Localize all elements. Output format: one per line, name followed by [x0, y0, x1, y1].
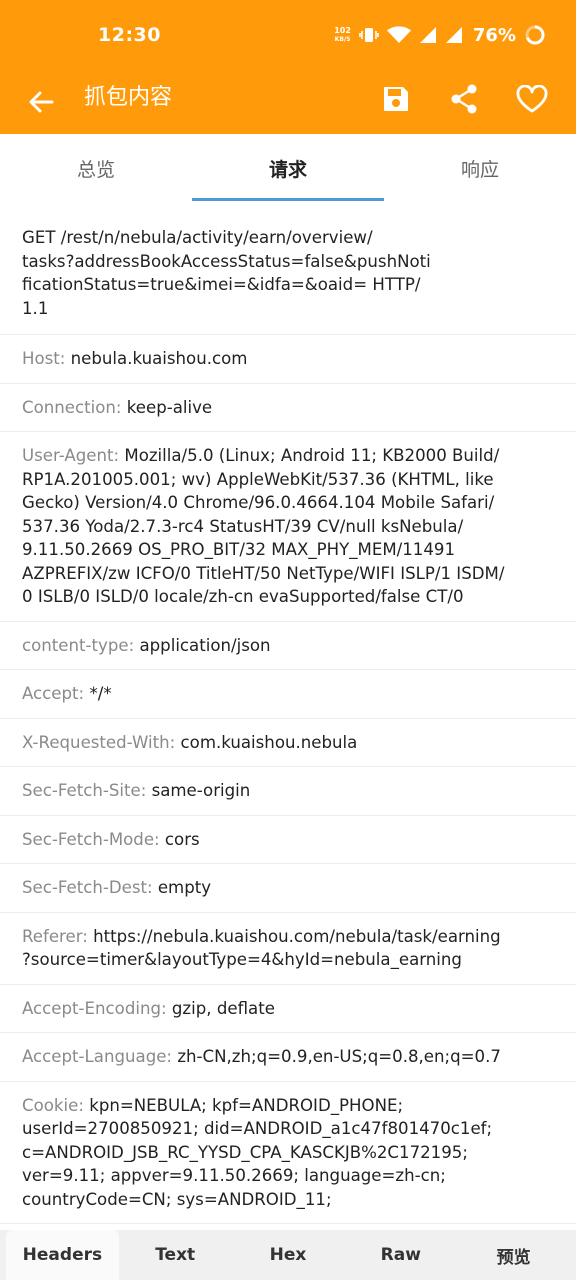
header-row: Host: nebula.kuaishou.com — [0, 335, 576, 384]
header-value: com.kuaishou.nebula — [180, 732, 358, 752]
header-name: Sec-Fetch-Site: — [22, 781, 147, 800]
header-row: content-type: application/json — [0, 622, 576, 670]
header-value: same-origin — [151, 781, 251, 800]
header-row: User-Agent: Mozilla/5.0 (Linux; Android … — [0, 432, 576, 622]
back-arrow-icon — [29, 91, 54, 113]
share-icon — [451, 84, 477, 114]
header-row: Accept-Encoding: gzip, deflate — [0, 985, 576, 1033]
save-icon — [384, 87, 408, 111]
net-speed-unit: KB/S — [334, 36, 351, 43]
tab-request[interactable]: 请求 — [192, 134, 384, 202]
back-button[interactable] — [24, 82, 58, 122]
header-row: Accept-Language: zh-CN,zh;q=0.9,en-US;q=… — [0, 1033, 576, 1082]
bottom-tab-preview[interactable]: 预览 — [457, 1230, 570, 1280]
header-name: Cookie: — [22, 1095, 84, 1115]
save-button[interactable] — [376, 78, 416, 120]
header-value: zh-CN,zh;q=0.9,en-US;q=0.8,en;q=0.7 — [177, 1047, 501, 1066]
status-icons: 102 KB/S 76% — [334, 24, 546, 46]
share-button[interactable] — [444, 78, 484, 120]
bottom-tab-raw[interactable]: Raw — [344, 1230, 457, 1280]
page-title: 抓包内容 — [84, 85, 173, 110]
header-name: Host: — [22, 349, 66, 368]
header-value: kpn=NEBULA; kpf=ANDROID_PHONE; userId=27… — [22, 1095, 493, 1209]
battery-percent: 76% — [472, 24, 516, 46]
header-name: Referer: — [22, 926, 88, 946]
battery-ring-icon — [524, 24, 546, 46]
header-name: X-Requested-With: — [22, 732, 176, 752]
header-row: Accept: */* — [0, 670, 576, 719]
header-row: Cookie: kpn=NEBULA; kpf=ANDROID_PHONE; u… — [0, 1082, 576, 1224]
header-row: Sec-Fetch-Site: same-origin — [0, 767, 576, 816]
header-row: Referer: https://nebula.kuaishou.com/neb… — [0, 913, 576, 985]
tab-overview[interactable]: 总览 — [0, 134, 192, 202]
header-row: Sec-Fetch-Mode: cors — [0, 816, 576, 864]
app-bar-actions — [376, 78, 552, 120]
status-bar: 12:30 102 KB/S 76% — [0, 0, 576, 72]
signal-icon — [419, 26, 437, 44]
tab-response[interactable]: 响应 — [384, 134, 576, 202]
header-value: gzip, deflate — [171, 998, 275, 1018]
header-name: content-type: — [22, 635, 135, 655]
bottom-tab-hex[interactable]: Hex — [232, 1230, 345, 1280]
wifi-icon — [386, 26, 411, 44]
net-speed: 102 KB/S — [334, 26, 351, 44]
favorite-button[interactable] — [512, 78, 552, 120]
bottom-tab-text[interactable]: Text — [119, 1230, 232, 1280]
header-value: keep-alive — [126, 397, 213, 417]
tab-indicator — [192, 198, 384, 201]
request-line-text: GET /rest/n/nebula/activity/earn/overvie… — [22, 228, 431, 318]
header-value: cors — [164, 829, 200, 849]
header-name: Accept: — [22, 684, 85, 703]
header-name: Sec-Fetch-Mode: — [22, 829, 160, 849]
request-content[interactable]: GET /rest/n/nebula/activity/earn/overvie… — [0, 212, 576, 1230]
bottom-tab-headers[interactable]: Headers — [6, 1230, 119, 1280]
header-row: Connection: keep-alive — [0, 384, 576, 432]
header-name: Connection: — [22, 397, 122, 417]
app-bar: 抓包内容 — [0, 72, 576, 134]
net-speed-value: 102 — [334, 26, 351, 35]
header-row: Sec-Fetch-Dest: empty — [0, 864, 576, 913]
bottom-tab-bar: Headers Text Hex Raw 预览 — [0, 1230, 576, 1280]
signal-icon-2 — [445, 26, 463, 44]
header-value: nebula.kuaishou.com — [70, 349, 248, 368]
header-name: User-Agent: — [22, 446, 120, 465]
tab-bar: 总览 请求 响应 — [0, 134, 576, 202]
header-name: Sec-Fetch-Dest: — [22, 878, 153, 897]
header-row: X-Requested-With: com.kuaishou.nebula — [0, 719, 576, 767]
header-name: Accept-Language: — [22, 1047, 173, 1066]
request-line: GET /rest/n/nebula/activity/earn/overvie… — [0, 212, 576, 335]
header-value: empty — [157, 878, 212, 897]
header-value: */* — [89, 684, 112, 703]
status-time: 12:30 — [98, 24, 161, 46]
header-value: application/json — [139, 635, 271, 655]
heart-icon — [516, 85, 548, 113]
header-value: Mozilla/5.0 (Linux; Android 11; KB2000 B… — [22, 446, 505, 606]
header-value: https://nebula.kuaishou.com/nebula/task/… — [22, 926, 501, 970]
vibrate-icon — [359, 26, 379, 44]
header-name: Accept-Encoding: — [22, 998, 167, 1018]
